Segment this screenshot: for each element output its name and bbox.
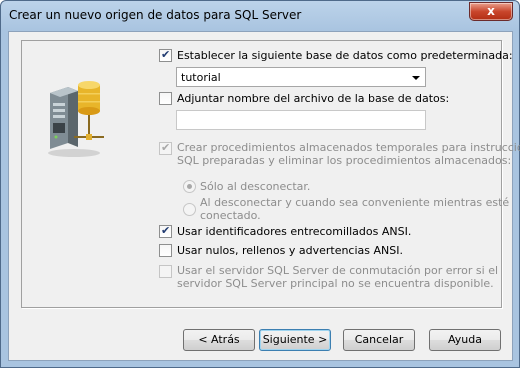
failover-checkbox <box>159 265 172 278</box>
temp-procs-line1: Crear procedimientos almacenados tempora… <box>177 141 520 154</box>
radio-disconnect-safe-line2: conectado. <box>200 209 261 222</box>
default-db-select[interactable]: tutorial <box>176 67 426 87</box>
server-database-icon <box>44 79 108 159</box>
window-title: Crear un nuevo origen de datos para SQL … <box>9 8 302 22</box>
close-icon: x <box>487 4 495 18</box>
dialog-client-area: Establecer la siguiente base de datos co… <box>8 31 520 361</box>
default-db-label: Establecer la siguiente base de datos co… <box>177 49 513 62</box>
ansi-nulls-checkbox[interactable] <box>159 244 172 257</box>
chevron-down-icon[interactable] <box>412 76 420 80</box>
failover-line2: servidor SQL Server principal no se encu… <box>177 277 494 290</box>
failover-line1: Usar el servidor SQL Server de conmutaci… <box>177 264 499 277</box>
default-db-checkbox[interactable] <box>159 48 172 62</box>
attach-file-input[interactable] <box>176 110 426 130</box>
help-button[interactable]: Ayuda <box>429 329 501 351</box>
attach-file-label: Adjuntar nombre del archivo de la base d… <box>177 92 450 105</box>
attach-file-checkbox[interactable] <box>159 92 172 105</box>
next-button[interactable]: Siguiente > <box>259 329 331 351</box>
default-db-value: tutorial <box>181 71 221 84</box>
radio-disconnect <box>183 180 196 193</box>
ansi-quoted-label: Usar identificadores entrecomillados ANS… <box>177 225 412 238</box>
back-button[interactable]: < Atrás <box>183 329 255 351</box>
cancel-button[interactable]: Cancelar <box>343 329 415 351</box>
close-button[interactable]: x <box>469 2 513 21</box>
ansi-quoted-checkbox[interactable] <box>159 224 172 238</box>
radio-disconnect-label: Sólo al desconectar. <box>200 180 311 193</box>
radio-disconnect-safe <box>183 203 196 216</box>
temp-procs-line2: SQL preparadas y eliminar los procedimie… <box>177 154 512 167</box>
options-panel: Establecer la siguiente base de datos co… <box>21 40 520 308</box>
title-bar[interactable]: Crear un nuevo origen de datos para SQL … <box>1 1 519 31</box>
dialog-window: Crear un nuevo origen de datos para SQL … <box>0 0 520 368</box>
temp-procs-checkbox <box>159 141 172 155</box>
radio-disconnect-safe-line1: Al desconectar y cuando sea conveniente … <box>200 196 510 209</box>
ansi-nulls-label: Usar nulos, rellenos y advertencias ANSI… <box>177 244 403 257</box>
